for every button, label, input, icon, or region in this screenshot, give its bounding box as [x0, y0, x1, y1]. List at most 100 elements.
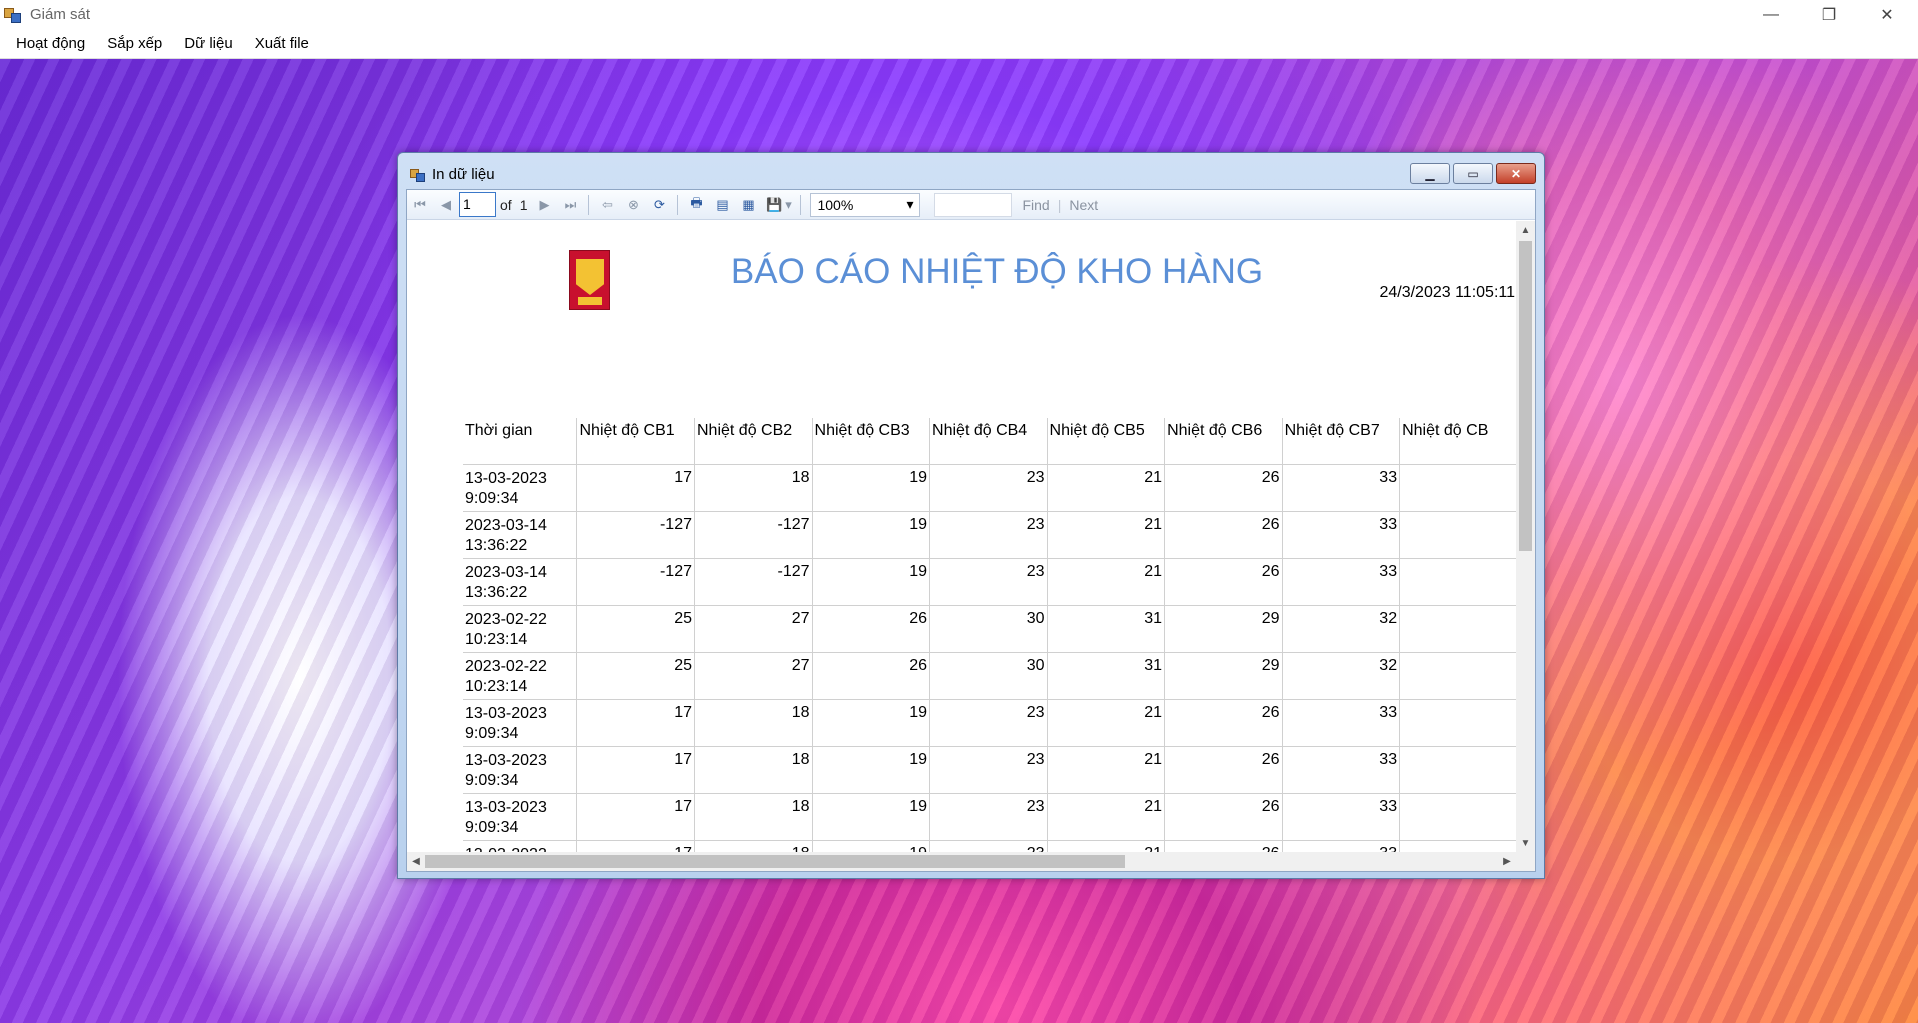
refresh-icon[interactable]: ⟳: [648, 194, 670, 216]
temperature-cell: -127: [694, 558, 813, 606]
print-layout-icon[interactable]: ▤: [711, 194, 733, 216]
page-total: 1: [519, 196, 528, 213]
minimize-button[interactable]: —: [1742, 0, 1800, 29]
temperature-cell: 21: [1046, 840, 1165, 852]
time-cell: 13-03-2023 9:09:34: [463, 793, 577, 841]
horizontal-scrollbar[interactable]: ◀ ▶: [407, 852, 1516, 871]
temperature-cell: 30: [929, 652, 1048, 700]
scroll-down-icon[interactable]: ▼: [1516, 834, 1535, 852]
table-row: 13-03-2023 9:09:34 17 18 19 23 21 26 33: [463, 746, 1516, 794]
menu-sap-xep[interactable]: Sắp xếp: [96, 29, 173, 59]
vertical-scroll-thumb[interactable]: [1519, 241, 1532, 551]
table-header-row: Thời gian Nhiệt độ CB1 Nhiệt độ CB2 Nhiệ…: [463, 418, 1516, 465]
export-dropdown-icon[interactable]: ▾: [783, 194, 793, 216]
print-icon[interactable]: 🖶: [685, 194, 707, 216]
column-header: Nhiệt độ CB2: [694, 418, 813, 465]
time-cell: 13-03-2023 9:09:34: [463, 464, 577, 512]
temperature-cell: 18: [694, 699, 813, 747]
temperature-cell: 23: [929, 464, 1048, 512]
time-text: 9:09:34: [465, 771, 519, 789]
find-link[interactable]: Find: [1022, 197, 1049, 213]
back-icon[interactable]: ⇦: [596, 194, 618, 216]
first-page-icon[interactable]: ⏮: [409, 194, 431, 216]
temperature-cell: 21: [1046, 699, 1165, 747]
temperature-cell: 23: [929, 793, 1048, 841]
dialog-close-button[interactable]: ✕: [1496, 163, 1536, 184]
of-label: of: [500, 196, 512, 213]
temperature-cell: 17: [576, 699, 695, 747]
scroll-up-icon[interactable]: ▲: [1516, 221, 1535, 239]
date-text: 2023-02-22: [465, 657, 547, 675]
table-row: 13-03-2023 9:09:34 17 18 19 23 21 26 33: [463, 699, 1516, 747]
data-table: Thời gian Nhiệt độ CB1 Nhiệt độ CB2 Nhiệ…: [463, 418, 1516, 852]
zoom-select[interactable]: 100% ▾: [810, 192, 921, 217]
temperature-cell: 33: [1281, 558, 1400, 606]
temperature-cell: [1399, 605, 1516, 653]
app-titlebar: Giám sát — ❐ ✕: [0, 0, 1918, 29]
temperature-cell: 18: [694, 464, 813, 512]
date-text: 2023-02-22: [465, 610, 547, 628]
menu-hoat-dong[interactable]: Hoạt động: [5, 29, 96, 59]
previous-page-icon[interactable]: ◀: [435, 194, 457, 216]
date-text: 2023-03-14: [465, 516, 547, 534]
export-icon[interactable]: 💾: [763, 194, 785, 216]
temperature-cell: 27: [694, 605, 813, 653]
horizontal-scroll-thumb[interactable]: [425, 855, 1125, 868]
next-page-icon[interactable]: ▶: [533, 194, 555, 216]
print-dialog: In dữ liệu ▁ ▭ ✕ ⏮ ◀ 1 of 1 ▶ ⏭ ⇦ ⊗ ⟳ 🖶 …: [397, 152, 1545, 879]
stop-icon[interactable]: ⊗: [622, 194, 644, 216]
temperature-cell: 19: [811, 464, 930, 512]
dialog-title: In dữ liệu: [432, 166, 495, 183]
temperature-cell: 25: [576, 605, 695, 653]
chevron-down-icon: ▾: [906, 196, 914, 212]
date-text: 13-03-2023: [465, 469, 547, 487]
date-text: 13-03-2023: [465, 845, 574, 853]
temperature-cell: [1399, 652, 1516, 700]
dialog-minimize-button[interactable]: ▁: [1410, 163, 1450, 184]
temperature-cell: 26: [1164, 793, 1283, 841]
temperature-cell: 18: [694, 746, 813, 794]
temperature-cell: -127: [694, 511, 813, 559]
menu-xuat-file[interactable]: Xuất file: [244, 29, 320, 59]
resize-grip[interactable]: [1516, 852, 1535, 871]
table-row: 2023-02-22 10:23:14 25 27 26 30 31 29 32: [463, 652, 1516, 700]
temperature-cell: -127: [576, 558, 695, 606]
column-header: Nhiệt độ CB3: [811, 418, 930, 465]
page-number-input[interactable]: 1: [459, 192, 496, 217]
date-text: 13-03-2023: [465, 751, 547, 769]
close-button[interactable]: ✕: [1858, 0, 1916, 29]
temperature-cell: 33: [1281, 699, 1400, 747]
vertical-scrollbar[interactable]: ▲ ▼: [1516, 221, 1535, 852]
dialog-maximize-button[interactable]: ▭: [1453, 163, 1493, 184]
temperature-cell: 23: [929, 746, 1048, 794]
date-text: 13-03-2023: [465, 798, 547, 816]
menu-du-lieu[interactable]: Dữ liệu: [173, 29, 243, 59]
find-input[interactable]: [934, 192, 1013, 217]
time-text: 10:23:14: [465, 677, 528, 695]
toolbar-separator: [588, 194, 590, 215]
temperature-cell: 26: [1164, 840, 1283, 852]
temperature-cell: 19: [811, 511, 930, 559]
table-row: 13-03-2023 9:09:34 17 18 19 23 21 26 33: [463, 793, 1516, 841]
temperature-cell: 33: [1281, 840, 1400, 852]
temperature-cell: 31: [1046, 605, 1165, 653]
temperature-cell: 17: [576, 840, 695, 852]
temperature-cell: -127: [576, 511, 695, 559]
column-header: Thời gian: [463, 418, 577, 465]
last-page-icon[interactable]: ⏭: [559, 194, 581, 216]
temperature-cell: 21: [1046, 746, 1165, 794]
time-text: 13:36:22: [465, 536, 528, 554]
next-link[interactable]: Next: [1069, 197, 1098, 213]
scroll-right-icon[interactable]: ▶: [1498, 852, 1516, 871]
temperature-cell: 19: [811, 793, 930, 841]
page-setup-icon[interactable]: ▦: [737, 194, 759, 216]
temperature-cell: 23: [929, 558, 1048, 606]
time-text: 10:23:14: [465, 630, 528, 648]
temperature-cell: 26: [1164, 558, 1283, 606]
scroll-left-icon[interactable]: ◀: [407, 852, 425, 871]
report-toolbar: ⏮ ◀ 1 of 1 ▶ ⏭ ⇦ ⊗ ⟳ 🖶 ▤ ▦ 💾 ▾ 100% ▾ Fi…: [407, 190, 1535, 220]
time-text: 9:09:34: [465, 489, 519, 507]
temperature-cell: 21: [1046, 511, 1165, 559]
restore-button[interactable]: ❐: [1800, 0, 1858, 29]
time-cell: 2023-02-22 10:23:14: [463, 605, 577, 653]
